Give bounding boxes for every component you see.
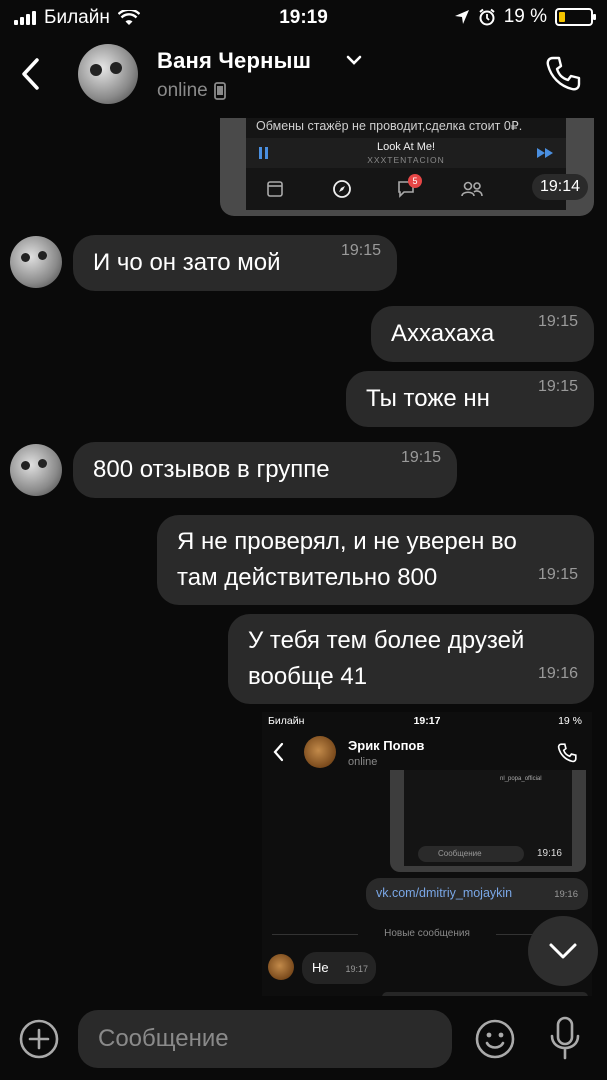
message-bubble-incoming[interactable]: 800 отзывов в группе 19:15 bbox=[73, 442, 457, 498]
image-timestamp: 19:14 bbox=[531, 174, 588, 200]
back-icon[interactable] bbox=[18, 56, 42, 92]
inner-contact-avatar bbox=[304, 736, 336, 768]
phone-icon[interactable] bbox=[543, 54, 583, 94]
battery-icon bbox=[555, 8, 596, 26]
next-icon bbox=[537, 148, 553, 158]
inner-link-time: 19:16 bbox=[554, 889, 578, 900]
message-time: 19:15 bbox=[400, 449, 441, 466]
message-text: И чо он зато мой bbox=[93, 249, 281, 276]
inner-contact-name: Эрик Попов bbox=[348, 738, 425, 753]
message-text: Ты тоже нн bbox=[366, 385, 490, 412]
message-time: 19:16 bbox=[537, 665, 578, 682]
message-text: 800 отзывов в группе bbox=[93, 456, 330, 483]
message-bubble-outgoing[interactable]: Аххахаха 19:15 bbox=[371, 306, 594, 362]
chevron-down-icon bbox=[549, 943, 577, 959]
status-bar: Билайн 19:19 19 % bbox=[0, 0, 607, 36]
chat-header: Ваня Черныш online bbox=[0, 36, 607, 118]
inner-link-message: vk.com/dmitriy_mojaykin 19:16 bbox=[366, 878, 588, 910]
music-player: Look At Me! XXXTENTACION bbox=[246, 138, 566, 168]
contact-avatar[interactable] bbox=[78, 44, 138, 104]
screenshot-content: Обмены стажёр не проводит,сделка стоит 0… bbox=[246, 110, 566, 210]
message-time: 19:15 bbox=[537, 566, 578, 583]
location-icon bbox=[454, 10, 469, 24]
screenshot-text: Обмены стажёр не проводит,сделка стоит 0… bbox=[256, 119, 523, 133]
inner-status-bar: Билайн 19:17 19 % bbox=[262, 714, 592, 730]
message-input[interactable]: Сообщение bbox=[78, 1010, 452, 1068]
inner-compose-field: Сообщение bbox=[418, 846, 524, 862]
friends-icon bbox=[461, 181, 483, 197]
phone-icon bbox=[557, 743, 577, 763]
scroll-down-button[interactable] bbox=[528, 916, 598, 986]
message-bubble-incoming[interactable]: И чо он зато мой 19:15 bbox=[73, 235, 397, 291]
unread-badge: 5 bbox=[408, 174, 422, 188]
inner-clock: 19:17 bbox=[413, 715, 441, 727]
alarm-icon bbox=[479, 8, 495, 26]
inner-image-content: nl_popa_official Сообщение 19:16 bbox=[404, 770, 572, 866]
emoji-icon[interactable] bbox=[474, 1018, 516, 1060]
inner-image-caption: nl_popa_official bbox=[500, 776, 542, 782]
message-bubble-outgoing[interactable]: Я не проверял, и не уверен во там действ… bbox=[157, 515, 594, 605]
chevron-down-icon[interactable] bbox=[346, 54, 362, 66]
inner-message: Не 19:17 bbox=[302, 952, 376, 984]
sender-avatar[interactable] bbox=[10, 444, 62, 496]
mobile-icon bbox=[213, 82, 226, 100]
message-time: 19:15 bbox=[340, 242, 381, 259]
message-text: У тебя тем более друзей вообще 41 bbox=[248, 627, 525, 690]
song-title: Look At Me! bbox=[376, 141, 436, 153]
song-artist: XXXTENTACION bbox=[367, 155, 445, 165]
inner-message-time: 19:17 bbox=[345, 964, 368, 974]
inner-message-text: Не bbox=[312, 960, 329, 975]
status-text: online bbox=[157, 80, 208, 101]
inner-contact-status: online bbox=[348, 756, 378, 768]
message-bubble-outgoing[interactable]: У тебя тем более друзей вообще 41 19:16 bbox=[228, 614, 594, 704]
add-attachment-icon[interactable] bbox=[18, 1018, 60, 1060]
message-time: 19:15 bbox=[537, 313, 578, 330]
composer-bar: Сообщение bbox=[0, 1000, 607, 1080]
contact-status: online bbox=[157, 80, 226, 102]
inner-sender-avatar bbox=[268, 954, 294, 980]
microphone-icon[interactable] bbox=[548, 1016, 582, 1060]
inner-image-time: 19:16 bbox=[536, 848, 562, 859]
inner-link: vk.com/dmitriy_mojaykin bbox=[376, 886, 513, 900]
news-icon bbox=[267, 181, 283, 197]
inner-partial-bubble bbox=[382, 992, 588, 996]
sender-avatar[interactable] bbox=[10, 236, 62, 288]
inner-image: nl_popa_official Сообщение 19:16 bbox=[390, 770, 586, 872]
message-text: Я не проверял, и не уверен во там действ… bbox=[177, 528, 517, 591]
message-time: 19:15 bbox=[537, 378, 578, 395]
message-text: Аххахаха bbox=[391, 320, 495, 347]
message-bubble-outgoing[interactable]: Ты тоже нн 19:15 bbox=[346, 371, 594, 427]
image-attachment[interactable]: Обмены стажёр не проводит,сделка стоит 0… bbox=[220, 110, 594, 216]
compass-icon bbox=[333, 180, 351, 198]
contact-name[interactable]: Ваня Черныш bbox=[157, 48, 311, 74]
tab-bar: 5 bbox=[246, 172, 566, 208]
battery-percent: 19 % bbox=[503, 6, 547, 27]
back-icon bbox=[273, 742, 284, 762]
inner-battery: 19 % bbox=[558, 715, 582, 727]
